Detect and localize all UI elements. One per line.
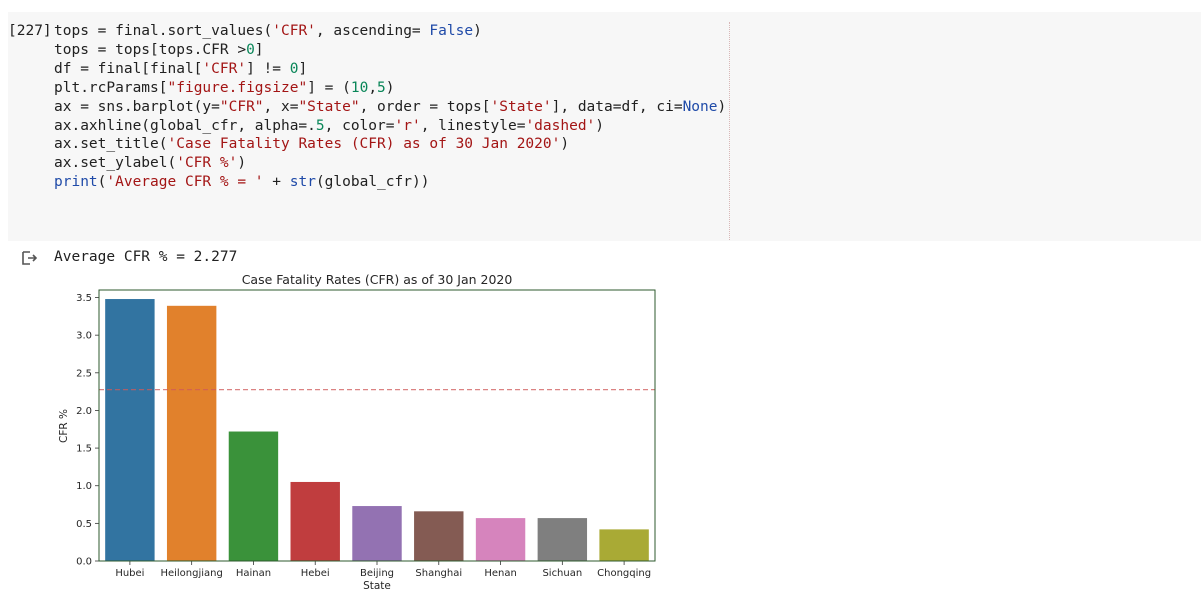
y-tick-label: 0.0 <box>76 557 92 568</box>
y-tick-label: 3.5 <box>76 293 92 304</box>
y-tick-label: 2.5 <box>76 368 92 379</box>
code-editor[interactable]: tops = final.sort_values('CFR', ascendin… <box>54 22 726 192</box>
x-tick-label: Hubei <box>115 568 144 579</box>
bar-henan <box>475 518 526 561</box>
bar-chongqing <box>599 529 649 561</box>
bar-hubei <box>105 299 155 561</box>
x-tick-label: Henan <box>484 568 516 579</box>
bar-heilongjiang <box>166 305 217 561</box>
code-line: ax = sns.barplot(y="CFR", x="State", ord… <box>54 98 727 115</box>
x-tick-label: Heilongjiang <box>160 568 222 579</box>
x-tick-label: Shanghai <box>415 568 462 579</box>
code-line: ax.set_title('Case Fatality Rates (CFR) … <box>54 136 570 153</box>
x-tick-label: Sichuan <box>542 568 582 579</box>
x-tick-label: Chongqing <box>597 568 651 579</box>
code-line: plt.rcParams["figure.figsize"] = (10,5) <box>54 79 395 96</box>
code-line: print('Average CFR % = ' + str(global_cf… <box>54 174 430 191</box>
y-tick-label: 3.0 <box>76 331 92 342</box>
code-line: tops = final.sort_values('CFR', ascendin… <box>54 23 482 39</box>
x-tick-label: Beijing <box>360 568 394 579</box>
x-tick-label: Hainan <box>236 568 271 579</box>
y-axis-label: CFR % <box>58 409 70 443</box>
cell-divider <box>729 22 730 240</box>
bar-shanghai <box>414 511 464 561</box>
chart-title: Case Fatality Rates (CFR) as of 30 Jan 2… <box>242 272 513 287</box>
code-line: ax.set_ylabel('CFR %') <box>54 155 247 172</box>
x-tick-label: Hebei <box>301 568 330 579</box>
y-tick-label: 1.5 <box>76 444 92 455</box>
bar-hebei <box>290 481 340 561</box>
bar-sichuan <box>537 518 588 561</box>
bar-beijing <box>352 506 402 561</box>
code-line: df = final[final['CFR'] != 0] <box>54 60 308 77</box>
x-axis-label: State <box>363 580 391 592</box>
y-tick-label: 2.0 <box>76 406 92 417</box>
code-line: ax.axhline(global_cfr, alpha=.5, color='… <box>54 117 605 134</box>
bar-chart: Case Fatality Rates (CFR) as of 30 Jan 2… <box>58 272 656 592</box>
y-tick-label: 1.0 <box>76 481 92 492</box>
y-tick-label: 0.5 <box>76 519 92 530</box>
code-line: tops = tops[tops.CFR >0] <box>54 41 264 58</box>
bar-hainan <box>228 431 279 561</box>
execution-count: [227] <box>8 23 52 39</box>
